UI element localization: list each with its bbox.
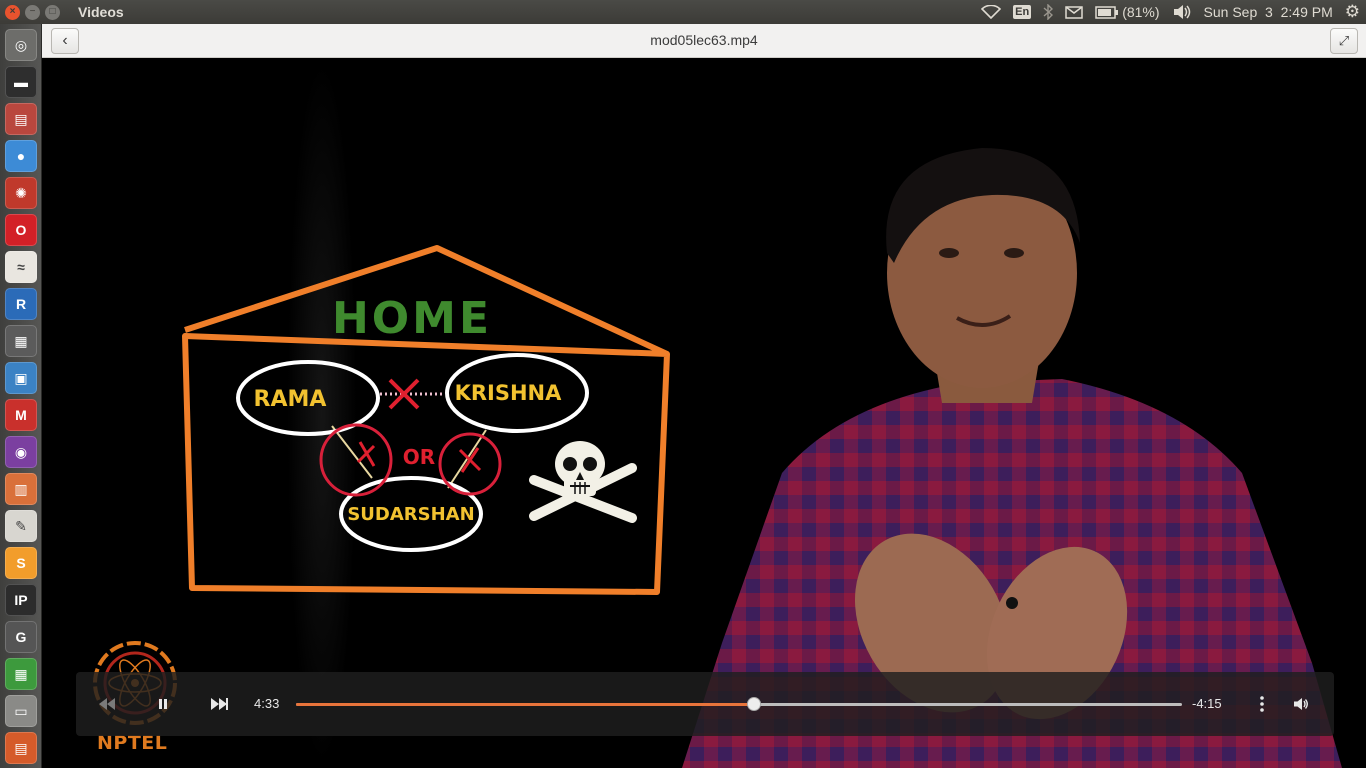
time-elapsed: 4:33 <box>254 696 280 711</box>
skip-forward-icon <box>211 698 228 710</box>
pause-icon <box>159 699 167 709</box>
opera-icon[interactable]: O <box>5 214 37 246</box>
drive-icon[interactable]: ▭ <box>5 695 37 727</box>
minimize-window-button[interactable]: − <box>25 4 40 20</box>
maximize-window-button[interactable]: □ <box>45 4 60 20</box>
sudarshan-label: SUDARSHAN <box>347 504 474 525</box>
video-filename: mod05lec63.mp4 <box>650 32 758 48</box>
playback-controls: 4:33 -4:15 <box>76 672 1334 736</box>
gmail-icon[interactable]: M <box>5 399 37 431</box>
video-editor-icon[interactable]: ▦ <box>5 325 37 357</box>
spreadsheet-icon[interactable]: ▦ <box>5 658 37 690</box>
settings-wheel-icon[interactable]: ✺ <box>5 177 37 209</box>
top-panel: × − □ Videos En (81%) Sun Sep 3 2:49 PM … <box>0 0 1366 24</box>
krishna-label: KRISHNA <box>455 381 563 405</box>
wifi-icon[interactable] <box>975 0 1007 24</box>
seek-bar[interactable] <box>296 697 1182 711</box>
file-archive-icon[interactable]: ▤ <box>5 103 37 135</box>
ipython-icon[interactable]: IP <box>5 584 37 616</box>
terminal-icon[interactable]: ▬ <box>5 66 37 98</box>
or-label: OR <box>403 445 435 469</box>
seek-bar-progress <box>296 703 755 706</box>
home-label: HOME <box>332 293 492 344</box>
software-center-icon[interactable]: ▤ <box>5 732 37 764</box>
seek-handle[interactable] <box>747 697 762 711</box>
rama-label: RAMA <box>254 387 327 412</box>
header-bar: ‹ mod05lec63.mp4 ⤢ <box>42 24 1366 58</box>
skull-crossbones-icon <box>529 441 637 523</box>
battery-indicator[interactable]: (81%) <box>1089 0 1165 24</box>
system-gear-icon[interactable]: ⚙ <box>1339 0 1366 24</box>
right-cross-circle <box>438 432 502 496</box>
vertical-ellipsis-icon <box>1260 696 1264 712</box>
next-button[interactable] <box>202 672 236 736</box>
text-editor-icon[interactable]: ✎ <box>5 510 37 542</box>
cross-mark <box>388 378 420 410</box>
video-player[interactable]: HOME RAMA KRISHNA SUDARSHAN OR NPTEL <box>42 58 1366 768</box>
volume-button[interactable] <box>1286 672 1316 736</box>
volume-icon[interactable] <box>1166 0 1198 24</box>
left-cross-circle <box>319 423 393 497</box>
media-player-icon[interactable]: ◉ <box>5 436 37 468</box>
speaker-icon <box>1294 698 1308 710</box>
battery-icon <box>1095 5 1119 19</box>
fullscreen-icon: ⤢ <box>1338 33 1350 48</box>
presentation-icon[interactable]: ▥ <box>5 473 37 505</box>
launcher: ◎ ▬ ▤ ● ✺ O ≈ R ▦ ▣ M ◉ ▥ ✎ S IP G ▦ ▭ ▤ <box>0 24 42 768</box>
dash-home-icon[interactable]: ◎ <box>5 29 37 61</box>
time-remaining: -4:15 <box>1192 696 1222 711</box>
keyboard-layout-label: En <box>1013 5 1032 19</box>
geogebra-icon[interactable]: G <box>5 621 37 653</box>
indicator-area: En (81%) Sun Sep 3 2:49 PM ⚙ <box>975 0 1366 24</box>
keyboard-layout-indicator[interactable]: En <box>1007 0 1037 24</box>
app-title: Videos <box>78 4 124 20</box>
mail-icon[interactable] <box>1059 0 1089 24</box>
close-window-button[interactable]: × <box>5 4 20 20</box>
r-language-icon[interactable]: R <box>5 288 37 320</box>
pause-button[interactable] <box>146 672 180 736</box>
sublime-icon[interactable]: S <box>5 547 37 579</box>
image-viewer-icon[interactable]: ▣ <box>5 362 37 394</box>
chrome-icon[interactable]: ● <box>5 140 37 172</box>
presenter-figure <box>682 148 1342 768</box>
previous-button[interactable] <box>90 672 124 736</box>
battery-percent: (81%) <box>1122 4 1160 20</box>
fullscreen-button[interactable]: ⤢ <box>1330 28 1358 54</box>
bluetooth-icon[interactable] <box>1037 0 1059 24</box>
document-viewer-icon[interactable]: ≈ <box>5 251 37 283</box>
more-options-button[interactable] <box>1248 672 1276 736</box>
skip-back-icon <box>99 698 115 710</box>
clock[interactable]: Sun Sep 3 2:49 PM <box>1198 0 1339 24</box>
